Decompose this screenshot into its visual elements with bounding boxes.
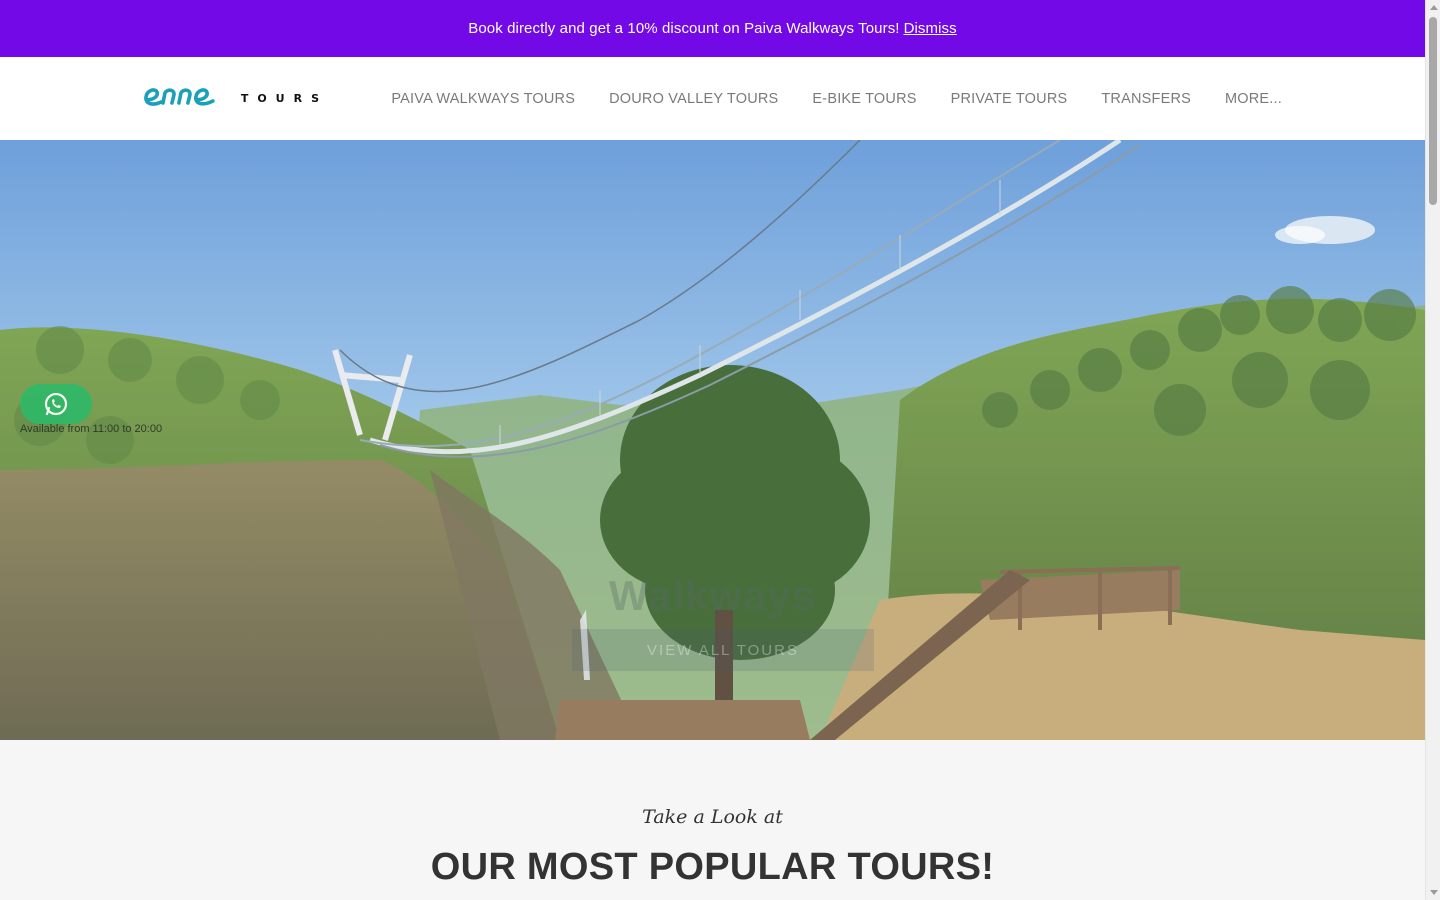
- nav-e-bike-tours[interactable]: E-BIKE TOURS: [812, 91, 916, 107]
- whatsapp-icon: [44, 392, 68, 416]
- view-all-tours-button[interactable]: VIEW ALL TOURS: [572, 629, 874, 671]
- main-nav: PAIVA WALKWAYS TOURS DOURO VALLEY TOURS …: [391, 57, 1282, 140]
- hero-section: Walkways VIEW ALL TOURS: [0, 140, 1425, 740]
- page: Book directly and get a 10% discount on …: [0, 0, 1425, 900]
- section-title: OUR MOST POPULAR TOURS!: [430, 846, 995, 888]
- enne-logo-mark: [144, 88, 215, 106]
- scroll-thumb[interactable]: [1429, 17, 1437, 205]
- whatsapp-button[interactable]: [20, 384, 92, 424]
- scroll-down-arrow-icon[interactable]: [1430, 890, 1438, 895]
- popular-tours-section: Take a Look at OUR MOST POPULAR TOURS!: [0, 740, 1425, 900]
- page-scrollbar[interactable]: [1425, 0, 1440, 900]
- nav-paiva-walkways-tours[interactable]: PAIVA WALKWAYS TOURS: [391, 91, 575, 107]
- nav-more[interactable]: MORE...: [1225, 91, 1282, 107]
- section-kicker: Take a Look at: [642, 806, 783, 828]
- dismiss-link[interactable]: Dismiss: [904, 20, 957, 37]
- site-logo[interactable]: TOURS: [143, 81, 328, 113]
- site-header: TOURS PAIVA WALKWAYS TOURS DOURO VALLEY …: [0, 57, 1425, 140]
- scroll-up-arrow-icon[interactable]: [1430, 5, 1438, 10]
- logo-wordmark: TOURS: [240, 92, 328, 105]
- promo-message: Book directly and get a 10% discount on …: [468, 20, 900, 37]
- whatsapp-availability: Available from 11:00 to 20:00: [20, 423, 163, 435]
- promo-banner: Book directly and get a 10% discount on …: [0, 0, 1425, 57]
- nav-private-tours[interactable]: PRIVATE TOURS: [951, 91, 1068, 107]
- nav-transfers[interactable]: TRANSFERS: [1101, 91, 1191, 107]
- nav-douro-valley-tours[interactable]: DOURO VALLEY TOURS: [609, 91, 778, 107]
